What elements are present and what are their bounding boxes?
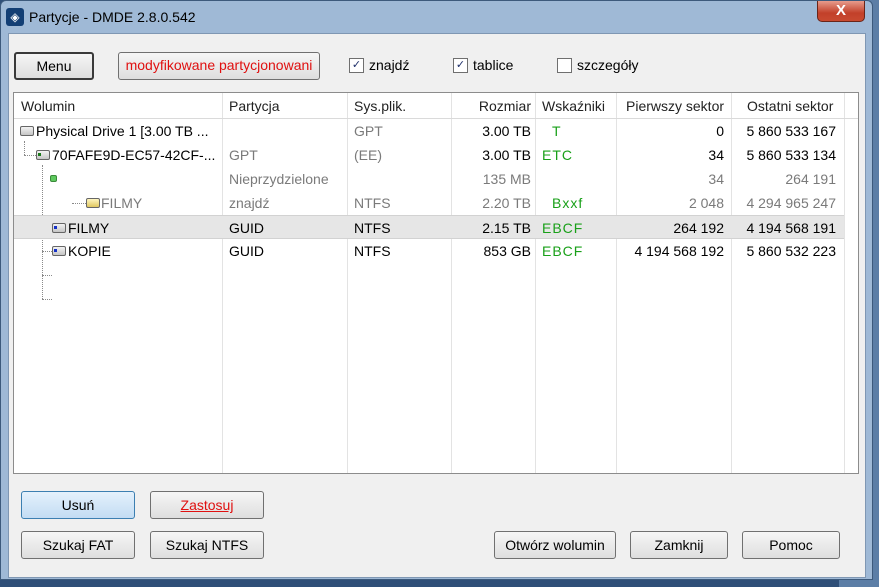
- column-header-filesystem[interactable]: Sys.plik.: [354, 98, 406, 114]
- flags-value: EBCF: [542, 243, 584, 259]
- size-value: 2.15 TB: [482, 220, 531, 236]
- size-value: 3.00 TB: [482, 147, 531, 163]
- partition-value: znajdź: [229, 195, 270, 211]
- search-ntfs-button[interactable]: Szukaj NTFS: [150, 531, 264, 559]
- tables-checkbox-box[interactable]: ✓: [453, 57, 468, 73]
- filesystem-value: GPT: [354, 123, 383, 139]
- volume-name: Physical Drive 1 [3.00 TB ...: [36, 123, 209, 139]
- list-item[interactable]: Physical Drive 1 [3.00 TB ... GPT 3.00 T…: [14, 119, 844, 143]
- tables-checkbox[interactable]: ✓ tablice: [453, 57, 513, 73]
- hard-drive-icon: [20, 126, 34, 136]
- unallocated-icon: [50, 175, 57, 182]
- find-checkbox-label: znajdź: [369, 57, 410, 73]
- details-checkbox-box[interactable]: [557, 57, 572, 73]
- modified-partitioning-button[interactable]: modyfikowane partycjonowani: [118, 52, 320, 80]
- first-sector-value: 0: [716, 123, 724, 139]
- last-sector-value: 5 860 533 167: [746, 123, 836, 139]
- last-sector-value: 4 294 965 247: [746, 195, 836, 211]
- volume-name: FILMY: [68, 220, 110, 236]
- details-checkbox-label: szczegóły: [577, 57, 639, 73]
- column-header-volume[interactable]: Wolumin: [21, 98, 75, 114]
- filesystem-value: (EE): [354, 147, 382, 163]
- find-checkbox-box[interactable]: ✓: [349, 57, 364, 73]
- partition-value: GPT: [229, 147, 258, 163]
- filesystem-value: NTFS: [354, 220, 391, 236]
- first-sector-value: 264 192: [673, 220, 724, 236]
- partition-list[interactable]: Wolumin Partycja Sys.plik. Rozmiar Wskaź…: [13, 92, 859, 474]
- column-header-partition[interactable]: Partycja: [229, 98, 280, 114]
- search-fat-button[interactable]: Szukaj FAT: [21, 531, 135, 559]
- flags-value: T: [552, 123, 562, 139]
- find-checkbox[interactable]: ✓ znajdź: [349, 57, 409, 73]
- list-header: Wolumin Partycja Sys.plik. Rozmiar Wskaź…: [14, 93, 858, 119]
- list-item[interactable]: KOPIE GUID NTFS 853 GB EBCF 4 194 568 19…: [14, 239, 844, 263]
- last-sector-value: 5 860 532 223: [746, 243, 836, 259]
- column-divider: [844, 93, 845, 473]
- gpt-disk-icon: [36, 150, 50, 160]
- volume-icon: [52, 246, 66, 256]
- menu-button[interactable]: Menu: [14, 52, 94, 80]
- first-sector-value: 4 194 568 192: [634, 243, 724, 259]
- last-sector-value: 5 860 533 134: [746, 147, 836, 163]
- tree-connector: [42, 275, 52, 276]
- help-button[interactable]: Pomoc: [742, 531, 840, 559]
- partitions-dialog: ◈ Partycje - DMDE 2.8.0.542 X Menu modyf…: [0, 0, 873, 580]
- dmde-app-icon: ◈: [6, 8, 24, 26]
- volume-name: KOPIE: [68, 243, 111, 259]
- last-sector-value: 4 194 568 191: [746, 220, 836, 236]
- size-value: 2.20 TB: [482, 195, 531, 211]
- list-item[interactable]: 70FAFE9D-EC57-42CF-... GPT (EE) 3.00 TB …: [14, 143, 844, 167]
- list-item-selected[interactable]: FILMY GUID NTFS 2.15 TB EBCF 264 192 4 1…: [14, 215, 844, 239]
- flags-value: EBCF: [542, 220, 584, 236]
- column-header-first-sector[interactable]: Pierwszy sektor: [626, 98, 724, 114]
- found-volume-icon: [86, 198, 100, 208]
- details-checkbox[interactable]: szczegóły: [557, 57, 638, 73]
- first-sector-value: 34: [708, 171, 724, 187]
- close-button[interactable]: Zamknij: [630, 531, 728, 559]
- column-header-size[interactable]: Rozmiar: [454, 98, 531, 114]
- window-close-button[interactable]: X: [817, 1, 865, 22]
- filesystem-value: NTFS: [354, 243, 391, 259]
- volume-name: 70FAFE9D-EC57-42CF-...: [52, 147, 216, 163]
- column-header-flags[interactable]: Wskaźniki: [542, 98, 605, 114]
- tree-connector: [42, 299, 52, 300]
- last-sector-value: 264 191: [785, 171, 836, 187]
- size-value: 135 MB: [482, 171, 531, 187]
- dialog-client-area: Menu modyfikowane partycjonowani ✓ znajd…: [8, 33, 866, 578]
- open-volume-button[interactable]: Otwórz wolumin: [494, 531, 616, 559]
- flags-value: Bxxf: [552, 195, 584, 211]
- filesystem-value: NTFS: [354, 195, 391, 211]
- partition-value: GUID: [229, 243, 264, 259]
- list-item[interactable]: FILMY znajdź NTFS 2.20 TB Bxxf 2 048 4 2…: [14, 191, 844, 215]
- first-sector-value: 34: [708, 147, 724, 163]
- size-value: 853 GB: [483, 243, 531, 259]
- partition-value: Nieprzydzielone: [229, 171, 329, 187]
- delete-button[interactable]: Usuń: [21, 491, 135, 519]
- size-value: 3.00 TB: [482, 123, 531, 139]
- column-header-last-sector[interactable]: Ostatni sektor: [747, 98, 833, 114]
- apply-button[interactable]: Zastosuj: [150, 491, 264, 519]
- list-item[interactable]: Nieprzydzielone 135 MB 34 264 191: [14, 167, 844, 191]
- volume-icon: [52, 223, 66, 233]
- title-bar[interactable]: ◈ Partycje - DMDE 2.8.0.542 X: [1, 1, 872, 33]
- first-sector-value: 2 048: [688, 195, 724, 211]
- tables-checkbox-label: tablice: [473, 57, 514, 73]
- partition-value: GUID: [229, 220, 264, 236]
- volume-name: FILMY: [101, 195, 143, 211]
- window-title: Partycje - DMDE 2.8.0.542: [29, 9, 196, 25]
- flags-value: ETC: [542, 147, 573, 163]
